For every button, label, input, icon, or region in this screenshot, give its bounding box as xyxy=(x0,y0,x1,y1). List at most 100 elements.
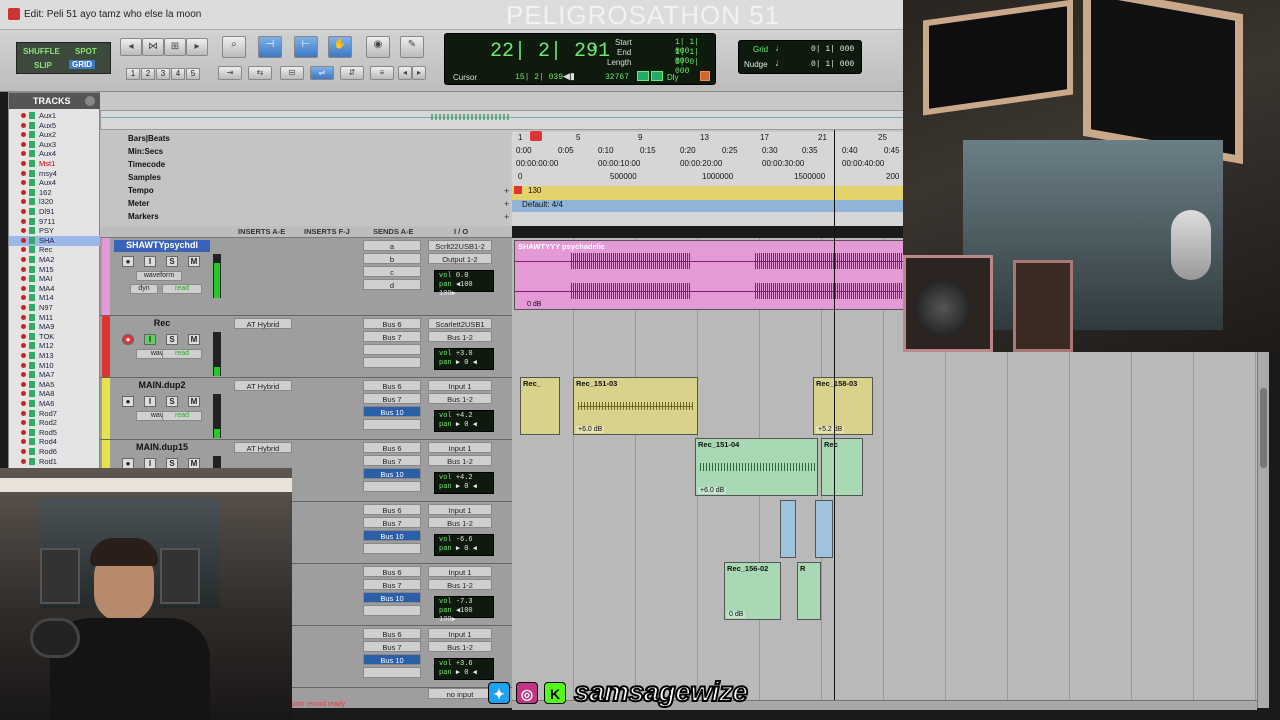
track-list-item[interactable]: msy4 xyxy=(9,169,101,179)
send-slot[interactable]: Bus 6 xyxy=(363,628,421,639)
input-selector[interactable]: Input 1 xyxy=(428,380,492,391)
grid-label[interactable]: Grid xyxy=(753,45,768,54)
output-selector[interactable]: Bus 1-2 xyxy=(428,517,492,528)
zoom-preset-4[interactable]: 4 xyxy=(171,68,185,80)
solo-button[interactable]: S xyxy=(166,256,178,267)
output-selector[interactable]: Bus 1-2 xyxy=(428,331,492,342)
meter-add-icon[interactable]: + xyxy=(504,199,509,209)
track-list-item[interactable]: M13 xyxy=(9,351,101,361)
send-slot[interactable]: Bus 6 xyxy=(363,442,421,453)
nudge-label[interactable]: Nudge xyxy=(744,60,768,69)
visibility-dot-icon[interactable] xyxy=(21,132,26,138)
send-slot[interactable]: Bus 7 xyxy=(363,393,421,404)
visibility-dot-icon[interactable] xyxy=(21,420,26,426)
meter-value[interactable]: Default: 4/4 xyxy=(522,200,563,209)
mirror-midi-icon[interactable]: ⇵ xyxy=(340,66,364,80)
link-track-icon[interactable]: ⊟ xyxy=(280,66,304,80)
track-list-item[interactable]: 9711 xyxy=(9,217,101,227)
send-slot[interactable] xyxy=(363,481,421,492)
trim-tool-icon[interactable]: ⊣ xyxy=(258,36,282,58)
mute-button[interactable]: M xyxy=(188,256,200,267)
record-button[interactable]: ● xyxy=(122,396,134,407)
track-list-item[interactable]: Aux4 xyxy=(9,178,101,188)
solo-button[interactable]: S xyxy=(166,334,178,345)
track-name[interactable]: MAIN.dup2 xyxy=(114,380,210,392)
bars-beats-label[interactable]: Bars|Beats xyxy=(128,134,170,143)
grid-value[interactable]: 0| 1| 000 xyxy=(811,45,854,54)
track-list-item[interactable]: MA4 xyxy=(9,284,101,294)
clip-rec-151-04[interactable]: Rec_151-04 +6.0 dB xyxy=(695,438,818,496)
insertion-follows-icon[interactable]: ⇌ xyxy=(310,66,334,80)
send-slot[interactable]: Bus 10 xyxy=(363,530,421,541)
track-list-item[interactable]: Mst1 xyxy=(9,159,101,169)
io-header[interactable]: I / O xyxy=(454,227,468,236)
visibility-dot-icon[interactable] xyxy=(21,122,26,128)
main-counter[interactable]: 22| 2| 291 ▼ Start 1| 1| 000 End 1| 1| 0… xyxy=(444,33,716,85)
visibility-dot-icon[interactable] xyxy=(21,161,26,166)
inserts-fj-header[interactable]: INSERTS F-J xyxy=(304,227,350,236)
visibility-dot-icon[interactable] xyxy=(21,237,26,243)
visibility-dot-icon[interactable] xyxy=(21,439,26,445)
send-slot[interactable]: Bus 6 xyxy=(363,504,421,515)
nudge-back-icon[interactable]: ◂ xyxy=(398,66,412,80)
samples-label[interactable]: Samples xyxy=(128,173,161,182)
visibility-dot-icon[interactable] xyxy=(21,391,26,397)
inserts-ae-header[interactable]: INSERTS A-E xyxy=(238,227,285,236)
view-selector[interactable]: waveform xyxy=(136,271,182,281)
visibility-dot-icon[interactable] xyxy=(21,180,26,186)
visibility-dot-icon[interactable] xyxy=(21,295,26,301)
nudge-forward-icon[interactable]: ▸ xyxy=(412,66,426,80)
visibility-dot-icon[interactable] xyxy=(21,113,26,118)
midi-icon[interactable] xyxy=(637,71,649,81)
send-slot[interactable] xyxy=(363,543,421,554)
delay-label[interactable]: Dly xyxy=(667,73,679,82)
tempo-label[interactable]: Tempo xyxy=(128,186,154,195)
visibility-dot-icon[interactable] xyxy=(21,401,26,406)
visibility-dot-icon[interactable] xyxy=(21,218,26,224)
visibility-dot-icon[interactable] xyxy=(21,305,26,310)
send-slot[interactable]: Bus 7 xyxy=(363,331,421,342)
zoom-preset-2[interactable]: 2 xyxy=(141,68,155,80)
track-list-item[interactable]: Rod4 xyxy=(9,437,101,447)
visibility-dot-icon[interactable] xyxy=(21,209,26,214)
link-timeline-icon[interactable]: ⇆ xyxy=(248,66,272,80)
visibility-dot-icon[interactable] xyxy=(21,276,26,282)
track-list-item[interactable]: MA5 xyxy=(9,380,101,390)
tempo-value[interactable]: 130 xyxy=(528,186,541,195)
track-list-item[interactable]: SHA xyxy=(9,235,101,246)
send-slot[interactable]: Bus 10 xyxy=(363,406,421,417)
visibility-dot-icon[interactable] xyxy=(21,372,26,378)
track-list-item[interactable]: MA9 xyxy=(9,322,101,332)
playhead-marker-icon[interactable] xyxy=(530,131,542,141)
track-list-item[interactable]: M11 xyxy=(9,313,101,323)
dyn-selector[interactable]: dyn xyxy=(130,284,158,294)
input-selector[interactable]: Scarlett2USB1 xyxy=(428,318,492,329)
visibility-dot-icon[interactable] xyxy=(21,410,26,416)
send-slot[interactable] xyxy=(363,419,421,430)
tempo-marker-icon[interactable] xyxy=(514,186,522,194)
track-list-item[interactable]: Aux4 xyxy=(9,149,101,159)
grid-nudge-panel[interactable]: Grid ♩ 0| 1| 000 Nudge ♩ 0| 1| 000 xyxy=(738,40,862,74)
record-button[interactable]: ● xyxy=(122,334,134,345)
clip-rec-158-03[interactable]: Rec_158-03 +5.2 dB xyxy=(813,377,873,435)
zoom-preset-3[interactable]: 3 xyxy=(156,68,170,80)
visibility-dot-icon[interactable] xyxy=(21,449,26,454)
visibility-dot-icon[interactable] xyxy=(21,343,26,349)
vol-pan-display[interactable]: vol -7.3 pan ◀100 100▶ xyxy=(434,596,494,624)
vol-pan-display[interactable]: vol -6.6 pan ▶ 0 ◀ xyxy=(434,534,494,556)
track-list-item[interactable]: MAI xyxy=(9,274,101,284)
track-list-item[interactable]: PSY xyxy=(9,226,101,236)
track-list-item[interactable]: Rod5 xyxy=(9,428,101,438)
timecode-label[interactable]: Timecode xyxy=(128,160,165,169)
track-list-item[interactable]: 162 xyxy=(9,188,101,198)
meter-label[interactable]: Meter xyxy=(128,199,149,208)
track-name[interactable]: SHAWTYpsychdl xyxy=(114,240,210,252)
vol-pan-display[interactable]: vol +3.0 pan ▶ 0 ◀ xyxy=(434,348,494,370)
insert-slot[interactable]: AT Hybrid xyxy=(234,318,292,329)
track-list-item[interactable]: Rod2 xyxy=(9,418,101,428)
markers-label[interactable]: Markers xyxy=(128,212,159,221)
input-selector[interactable]: Input 1 xyxy=(428,504,492,515)
visibility-dot-icon[interactable] xyxy=(21,151,26,157)
rec-indicator-icon[interactable] xyxy=(700,71,710,81)
track-list-item[interactable]: MA2 xyxy=(9,255,101,265)
